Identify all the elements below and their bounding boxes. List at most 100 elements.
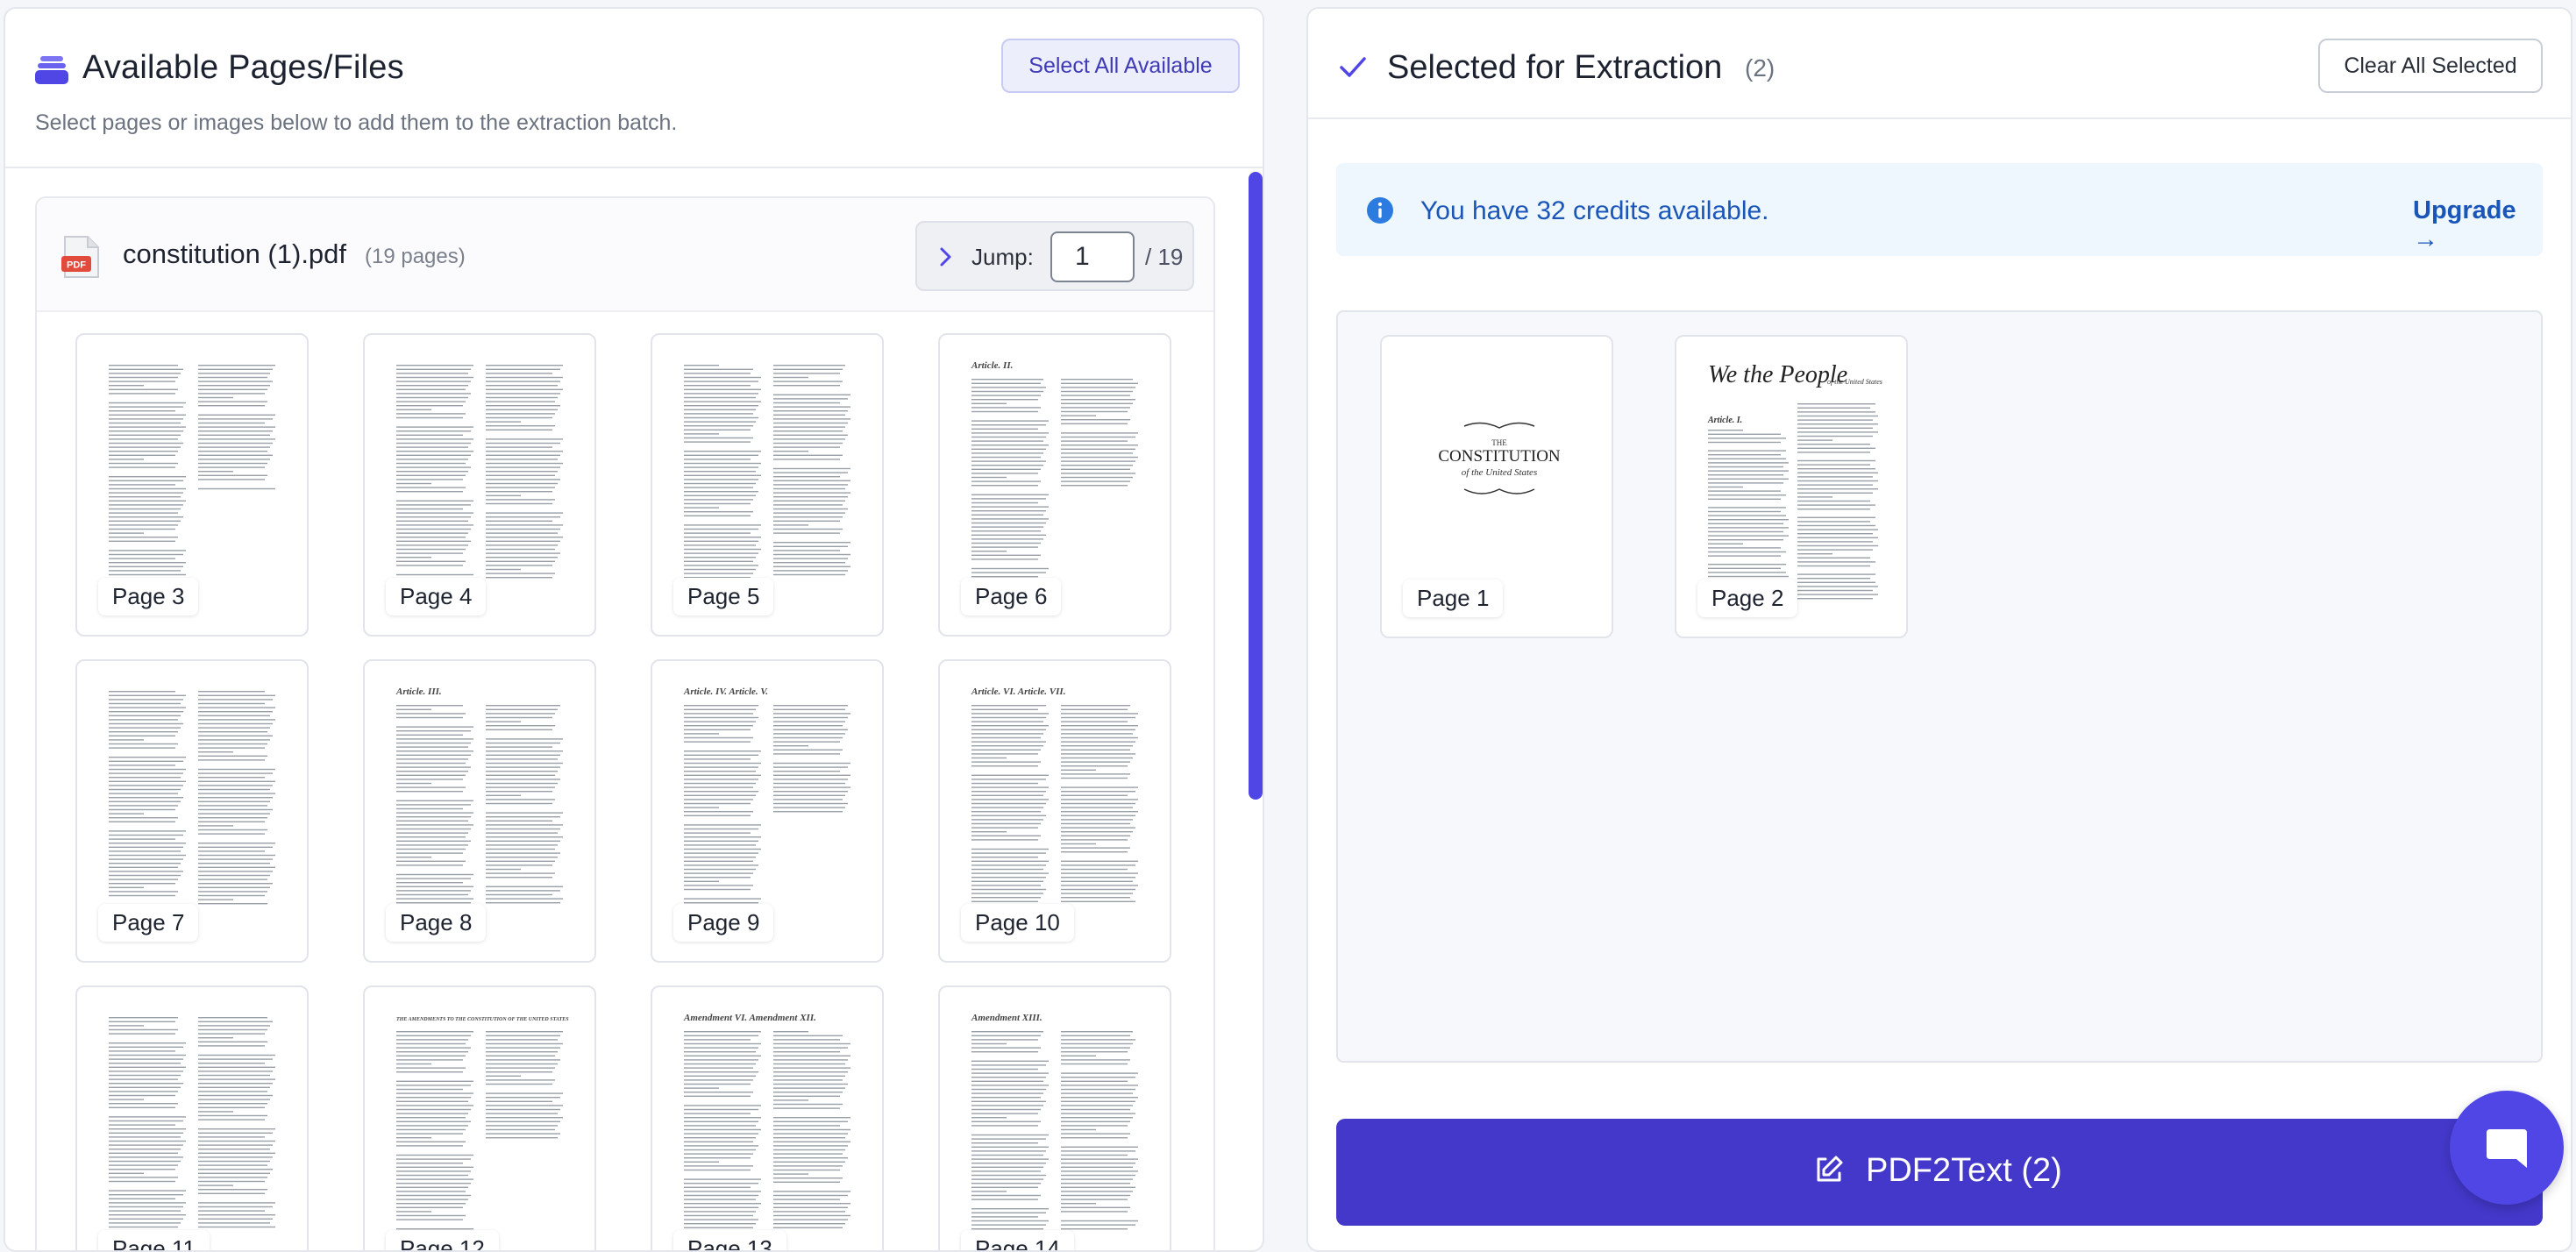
- pdf-file-icon: PDF: [61, 236, 99, 278]
- select-all-available-button[interactable]: Select All Available: [1001, 39, 1240, 93]
- page-preview: [109, 691, 275, 906]
- page-thumbnail[interactable]: Article. VI. Article. VII. Page 10: [938, 659, 1171, 963]
- file-name: constitution (1).pdf: [123, 238, 347, 269]
- extract-button-label: PDF2Text (2): [1866, 1152, 2062, 1189]
- page-thumbnail[interactable]: Page 11: [75, 985, 309, 1250]
- text-lines: [971, 379, 1138, 578]
- selected-count: (2): [1745, 54, 1775, 82]
- page-label: Page 5: [673, 578, 774, 615]
- scrollbar-thumb[interactable]: [1249, 172, 1263, 800]
- page-heading: Article. IV. Article. V.: [683, 686, 768, 697]
- page-preview: [109, 365, 275, 576]
- page-label: Page 13: [673, 1230, 786, 1250]
- page-preview: [109, 1017, 275, 1228]
- text-lines: [396, 705, 563, 904]
- credits-text: You have 32 credits available.: [1420, 196, 1769, 225]
- text-lines: [971, 1031, 1138, 1230]
- page-thumbnail[interactable]: Page 3: [75, 333, 309, 637]
- text-lines: [684, 365, 850, 579]
- text-lines: [396, 1031, 563, 1230]
- page-label: Page 11: [98, 1230, 210, 1250]
- cover-line-1: THE: [1491, 438, 1507, 447]
- credits-banner: You have 32 credits available. Upgrade →: [1336, 163, 2543, 256]
- stack-icon: [35, 56, 68, 84]
- page-thumbnail[interactable]: THE AMENDMENTS TO THE CONSTITUTION OF TH…: [363, 985, 596, 1250]
- page-heading: Article. II.: [971, 360, 1013, 371]
- page-preview: Amendment VI. Amendment XII.: [683, 1013, 850, 1228]
- selected-page-thumbnail[interactable]: THE CONSTITUTION of the United States Pa…: [1380, 335, 1613, 638]
- text-lines: [971, 705, 1138, 902]
- page-label: Page 1: [1403, 580, 1504, 617]
- cover-line-2: CONSTITUTION: [1438, 447, 1561, 466]
- available-pages-panel: Available Pages/Files Select pages or im…: [4, 7, 1264, 1252]
- page-thumbnail[interactable]: Amendment VI. Amendment XII. Page 13: [651, 985, 884, 1250]
- page-thumbnail[interactable]: Page 7: [75, 659, 309, 963]
- panel-title: Available Pages/Files: [82, 49, 404, 86]
- cover-line-3: Article. I.: [1707, 416, 1742, 425]
- cover-line-3: of the United States: [1462, 467, 1537, 478]
- chat-launcher-button[interactable]: [2450, 1091, 2564, 1205]
- file-page-count: (19 pages): [365, 245, 466, 268]
- page-heading: Amendment XIII.: [971, 1013, 1042, 1023]
- page-preview: [684, 365, 850, 579]
- cover-line-2: of the United States: [1827, 378, 1882, 386]
- file-card: PDF constitution (1).pdf (19 pages) Jump…: [35, 196, 1215, 1250]
- page-label: Page 8: [386, 904, 487, 942]
- page-label: Page 6: [961, 578, 1062, 615]
- page-preview: Article. II.: [971, 360, 1138, 578]
- page-thumbnail[interactable]: Article. IV. Article. V. Page 9: [651, 659, 884, 963]
- page-thumbnail[interactable]: Page 4: [363, 333, 596, 637]
- page-thumbnail[interactable]: Article. II. Page 6: [938, 333, 1171, 637]
- file-header: PDF constitution (1).pdf (19 pages) Jump…: [37, 198, 1213, 312]
- page-preview: Article. VI. Article. VII.: [971, 686, 1138, 902]
- page-label: Page 10: [961, 904, 1074, 942]
- page-label: Page 4: [386, 578, 487, 615]
- page-preview: THE AMENDMENTS TO THE CONSTITUTION OF TH…: [396, 1017, 570, 1230]
- selected-pages-area: THE CONSTITUTION of the United States Pa…: [1336, 310, 2543, 1063]
- panel-title: Selected for Extraction: [1387, 49, 1723, 86]
- page-heading: Article. VI. Article. VII.: [971, 686, 1065, 697]
- page-thumbnail[interactable]: Page 5: [651, 333, 884, 637]
- text-lines: [109, 1017, 275, 1228]
- edit-icon: [1817, 1156, 1843, 1182]
- chat-bubble-icon: [2487, 1129, 2527, 1168]
- page-heading: THE AMENDMENTS TO THE CONSTITUTION OF TH…: [396, 1017, 570, 1022]
- app-root: Available Pages/Files Select pages or im…: [0, 0, 2576, 1252]
- page-thumbnail[interactable]: Article. III. Page 8: [363, 659, 596, 963]
- check-icon: [1340, 57, 1366, 77]
- selected-for-extraction-panel: Selected for Extraction (2) Clear All Se…: [1306, 7, 2572, 1252]
- text-lines: [684, 705, 850, 904]
- upgrade-link[interactable]: Upgrade →: [2413, 196, 2543, 254]
- text-lines: [109, 365, 275, 576]
- page-preview: Article. IV. Article. V.: [683, 686, 850, 904]
- chevron-right-icon[interactable]: [933, 244, 957, 270]
- page-label: Page 14: [961, 1230, 1074, 1250]
- text-lines: [396, 365, 563, 579]
- pdf2text-extract-button[interactable]: PDF2Text (2): [1336, 1119, 2543, 1226]
- text-lines: [109, 691, 275, 906]
- available-pages-header: Available Pages/Files Select pages or im…: [5, 9, 1263, 168]
- jump-label: Jump:: [971, 244, 1034, 270]
- selected-page-thumbnail[interactable]: We the People of the United States Artic…: [1675, 335, 1908, 638]
- jump-page-input[interactable]: [1050, 231, 1135, 282]
- page-thumbnail[interactable]: Amendment XIII. Page 14: [938, 985, 1171, 1250]
- panel-subtitle: Select pages or images below to add them…: [35, 110, 678, 135]
- page-preview: THE CONSTITUTION of the United States: [1438, 422, 1561, 494]
- clear-all-selected-button[interactable]: Clear All Selected: [2318, 39, 2543, 93]
- page-label: Page 12: [386, 1230, 499, 1250]
- selected-header: Selected for Extraction (2) Clear All Se…: [1308, 9, 2571, 119]
- page-label: Page 7: [98, 904, 199, 942]
- page-heading: Amendment VI. Amendment XII.: [683, 1013, 816, 1023]
- text-lines: [1708, 403, 1878, 600]
- pdf-badge-text: PDF: [67, 260, 86, 271]
- info-icon: [1367, 197, 1393, 224]
- page-label: Page 2: [1697, 580, 1798, 617]
- jump-total: / 19: [1145, 244, 1184, 270]
- page-label: Page 9: [673, 904, 774, 942]
- page-preview: We the People of the United States Artic…: [1707, 361, 1882, 600]
- page-preview: [396, 365, 563, 579]
- page-label: Page 3: [98, 578, 199, 615]
- text-lines: [684, 1031, 850, 1228]
- page-preview: Article. III.: [395, 686, 563, 904]
- page-heading: Article. III.: [395, 686, 442, 697]
